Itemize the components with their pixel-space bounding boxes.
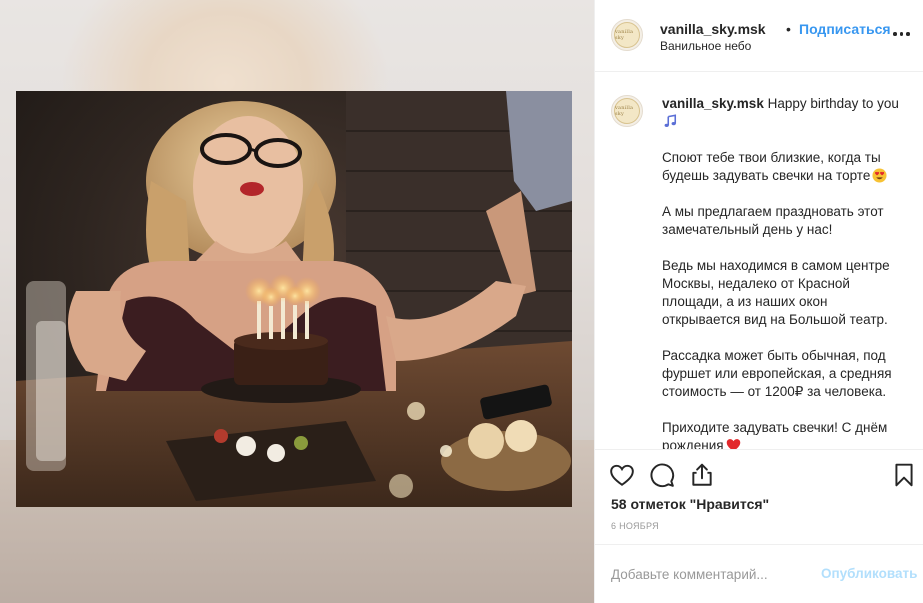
bookmark-icon[interactable] — [891, 462, 917, 488]
caption-paragraph-5: Приходите задувать свечки! С днём рожден… — [662, 420, 888, 449]
caption-paragraph-2: А мы предлагаем праздновать этот замечат… — [662, 204, 884, 237]
publish-button[interactable]: Опубликовать — [821, 566, 917, 581]
caption-paragraph-1: Споют тебе твои близкие, когда ты будешь… — [662, 150, 881, 183]
heart-eyes-emoji-icon — [872, 168, 887, 183]
location-link[interactable]: Ванильное небо — [660, 39, 751, 53]
caption-area: vanilla sky vanilla_sky.msk Happy birthd… — [595, 73, 923, 449]
post-date[interactable]: 6 НОЯБРЯ — [611, 521, 659, 531]
caption-username[interactable]: vanilla_sky.msk — [662, 96, 764, 111]
caption-avatar[interactable]: vanilla sky — [611, 95, 643, 127]
avatar-logo: vanilla sky — [614, 22, 640, 48]
heart-icon[interactable] — [609, 462, 635, 488]
post-photo[interactable] — [16, 91, 572, 507]
post-header: vanilla sky vanilla_sky.msk • Подписатьс… — [595, 0, 923, 72]
post-actions: 58 отметок "Нравится" 6 НОЯБРЯ — [595, 449, 923, 544]
caption-text: vanilla_sky.msk Happy birthday to you Сп… — [662, 95, 902, 449]
add-comment-bar: Опубликовать — [595, 544, 923, 603]
avatar[interactable]: vanilla sky — [611, 19, 643, 51]
post-side-panel: vanilla sky vanilla_sky.msk • Подписатьс… — [594, 0, 923, 603]
caption-paragraph-3: Ведь мы находимся в самом центре Москвы,… — [662, 258, 890, 327]
red-heart-emoji-icon — [726, 439, 740, 449]
post-photo-illustration — [16, 91, 572, 507]
avatar-logo: vanilla sky — [614, 98, 640, 124]
share-icon[interactable] — [689, 462, 715, 488]
caption-first-line: Happy birthday to you — [767, 96, 899, 111]
comment-input[interactable] — [611, 565, 811, 583]
header-username[interactable]: vanilla_sky.msk — [660, 21, 766, 37]
musical-notes-emoji-icon — [663, 114, 677, 128]
caption-paragraph-4: Рассадка может быть обычная, под фуршет … — [662, 348, 892, 399]
separator-dot: • — [786, 21, 791, 37]
follow-button[interactable]: Подписаться — [799, 21, 891, 37]
likes-count[interactable]: 58 отметок "Нравится" — [611, 496, 769, 512]
more-dots-icon[interactable] — [893, 27, 915, 41]
comment-icon[interactable] — [649, 462, 675, 488]
